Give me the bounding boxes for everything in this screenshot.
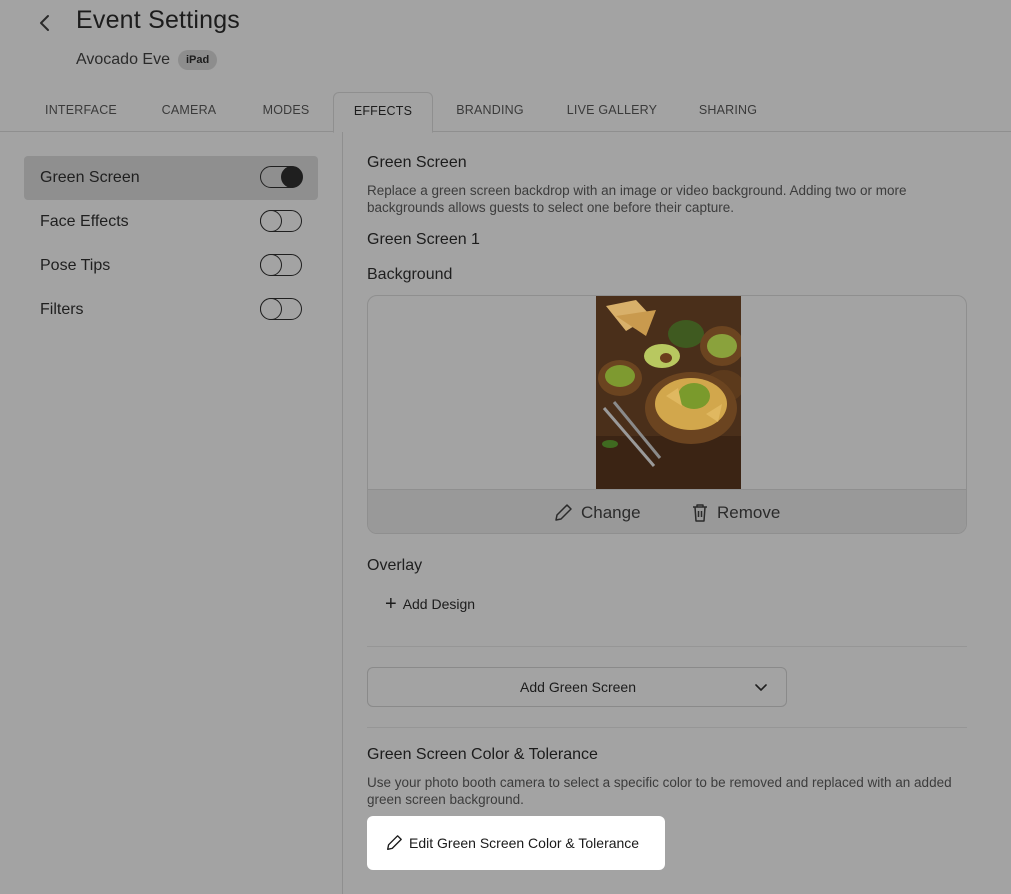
toggle-knob: [280, 165, 303, 188]
tab-effects[interactable]: EFFECTS: [333, 92, 433, 133]
tab-interface[interactable]: INTERFACE: [28, 92, 134, 132]
device-badge: iPad: [178, 50, 218, 70]
tab-modes[interactable]: MODES: [244, 92, 328, 132]
divider: [367, 727, 967, 728]
effects-sidebar: Green Screen Face Effects Pose Tips Filt…: [24, 156, 318, 332]
remove-label: Remove: [717, 503, 781, 522]
sidebar-item-label: Green Screen: [40, 169, 140, 186]
add-design-button[interactable]: + Add Design: [385, 594, 475, 614]
chevron-down-icon: [755, 684, 767, 691]
event-name: Avocado Eve: [76, 51, 170, 68]
background-actions: Change Remove: [368, 489, 966, 533]
green-screen-toggle[interactable]: [260, 165, 303, 188]
sidebar-item-label: Filters: [40, 301, 84, 318]
add-design-label: Add Design: [402, 596, 476, 612]
toggle-knob: [259, 253, 282, 276]
tab-camera[interactable]: CAMERA: [144, 92, 234, 132]
back-button[interactable]: [32, 10, 58, 36]
panel-divider: [342, 132, 343, 894]
plus-icon: +: [385, 593, 397, 615]
tab-live-gallery[interactable]: LIVE GALLERY: [552, 92, 672, 132]
add-green-screen-dropdown[interactable]: Add Green Screen: [367, 667, 787, 707]
pencil-icon: [555, 504, 572, 521]
chevron-left-icon: [40, 15, 49, 31]
tab-bar: INTERFACE CAMERA MODES EFFECTS BRANDING …: [0, 92, 1011, 133]
add-green-screen-label: Add Green Screen: [520, 679, 636, 695]
sidebar-item-pose-tips[interactable]: Pose Tips: [24, 244, 318, 288]
header: Event Settings Avocado Eve iPad: [0, 0, 1011, 92]
page-title: Event Settings: [76, 6, 241, 34]
sidebar-item-face-effects[interactable]: Face Effects: [24, 200, 318, 244]
sidebar-item-green-screen[interactable]: Green Screen: [24, 156, 318, 200]
toggle-knob: [259, 297, 282, 320]
sidebar-item-label: Pose Tips: [40, 257, 111, 274]
overlay-label: Overlay: [367, 557, 423, 574]
sidebar-item-label: Face Effects: [40, 213, 129, 230]
filters-toggle[interactable]: [259, 297, 302, 320]
change-button[interactable]: Change: [553, 490, 641, 533]
event-subtitle: Avocado Eve iPad: [76, 50, 218, 70]
section-description: Replace a green screen backdrop with an …: [367, 183, 907, 215]
sidebar-item-filters[interactable]: Filters: [24, 288, 318, 332]
remove-button[interactable]: Remove: [691, 490, 781, 533]
background-label: Background: [367, 266, 453, 283]
pencil-icon: [387, 835, 402, 850]
green-screen-item-title: Green Screen 1: [367, 231, 480, 248]
color-tolerance-title: Green Screen Color & Tolerance: [367, 746, 598, 763]
section-title: Green Screen: [367, 154, 467, 171]
edit-color-tolerance-button[interactable]: Edit Green Screen Color & Tolerance: [367, 816, 665, 870]
toggle-knob: [259, 209, 282, 232]
divider: [367, 646, 967, 647]
background-image: [596, 296, 741, 489]
pose-tips-toggle[interactable]: [259, 253, 302, 276]
edit-color-tolerance-label: Edit Green Screen Color & Tolerance: [409, 835, 640, 851]
change-label: Change: [581, 503, 641, 522]
background-card: Change Remove: [367, 295, 967, 534]
color-tolerance-description: Use your photo booth camera to select a …: [367, 775, 952, 807]
face-effects-toggle[interactable]: [259, 209, 302, 232]
tab-sharing[interactable]: SHARING: [686, 92, 770, 132]
trash-icon: [693, 504, 707, 522]
tab-branding[interactable]: BRANDING: [442, 92, 538, 132]
